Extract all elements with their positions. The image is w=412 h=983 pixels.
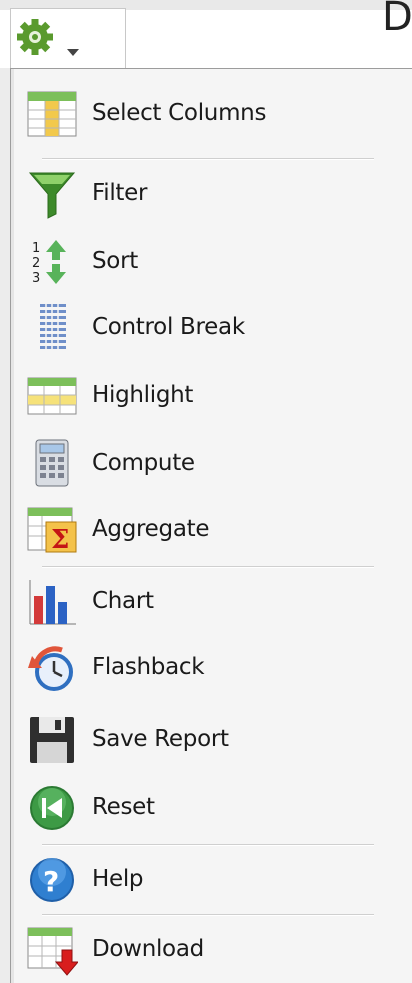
menu-item-download[interactable]: Download — [22, 924, 382, 976]
menu-item-label: Highlight — [92, 382, 194, 408]
menu-item-reset[interactable]: Reset — [22, 782, 382, 834]
menu-item-aggregate[interactable]: Σ Aggregate — [22, 504, 382, 556]
help-icon: ? — [30, 858, 74, 902]
left-edge — [0, 68, 10, 983]
menu-item-label: Sort — [92, 248, 138, 274]
sort-icon: 1 2 3 — [32, 240, 66, 286]
menu-item-control-break[interactable]: Control Break — [22, 302, 382, 354]
svg-text:Σ: Σ — [51, 525, 69, 555]
menu-separator — [42, 566, 374, 568]
menu-item-filter[interactable]: Filter — [22, 168, 382, 220]
svg-text:?: ? — [43, 865, 59, 898]
select-columns-icon — [27, 91, 77, 137]
control-break-icon — [40, 302, 66, 352]
menu-item-flashback[interactable]: Flashback — [22, 642, 382, 694]
actions-menu-button[interactable] — [10, 8, 126, 70]
menu-item-sort[interactable]: 1 2 3 Sort — [22, 236, 382, 288]
svg-text:1: 1 — [32, 241, 40, 256]
svg-text:3: 3 — [32, 271, 40, 286]
menu-item-label: Select Columns — [92, 100, 267, 126]
menu-item-label: Download — [92, 936, 204, 962]
filter-funnel-icon — [28, 172, 76, 219]
floppy-disk-icon — [30, 717, 74, 763]
calculator-icon — [35, 439, 69, 487]
menu-item-compute[interactable]: Compute — [22, 438, 382, 490]
gear-icon — [17, 19, 79, 56]
menu-item-chart[interactable]: Chart — [22, 576, 382, 628]
menu-item-label: Aggregate — [92, 516, 210, 542]
page-heading-fragment: D — [382, 0, 412, 40]
menu-item-label: Flashback — [92, 654, 205, 680]
svg-text:2: 2 — [32, 256, 40, 271]
menu-item-label: Chart — [92, 588, 154, 614]
highlight-icon — [27, 377, 77, 415]
menu-item-save-report[interactable]: Save Report — [22, 714, 382, 766]
bar-chart-icon — [29, 580, 76, 625]
menu-separator — [42, 844, 374, 846]
menu-item-label: Help — [92, 866, 144, 892]
download-icon — [27, 927, 78, 976]
menu-item-label: Control Break — [92, 314, 245, 340]
menu-item-highlight[interactable]: Highlight — [22, 370, 382, 422]
sigma-icon: Σ — [27, 507, 77, 555]
chevron-down-icon — [67, 49, 79, 56]
menu-item-label: Compute — [92, 450, 195, 476]
clock-undo-icon — [28, 646, 73, 691]
menu-separator — [42, 914, 374, 916]
menu-item-label: Filter — [92, 180, 148, 206]
reset-icon — [30, 786, 74, 830]
menu-item-label: Save Report — [92, 726, 229, 752]
menu-item-label: Reset — [92, 794, 155, 820]
menu-separator — [42, 158, 374, 160]
menu-item-help[interactable]: ? Help — [22, 854, 382, 906]
menu-item-select-columns[interactable]: Select Columns — [22, 88, 382, 140]
